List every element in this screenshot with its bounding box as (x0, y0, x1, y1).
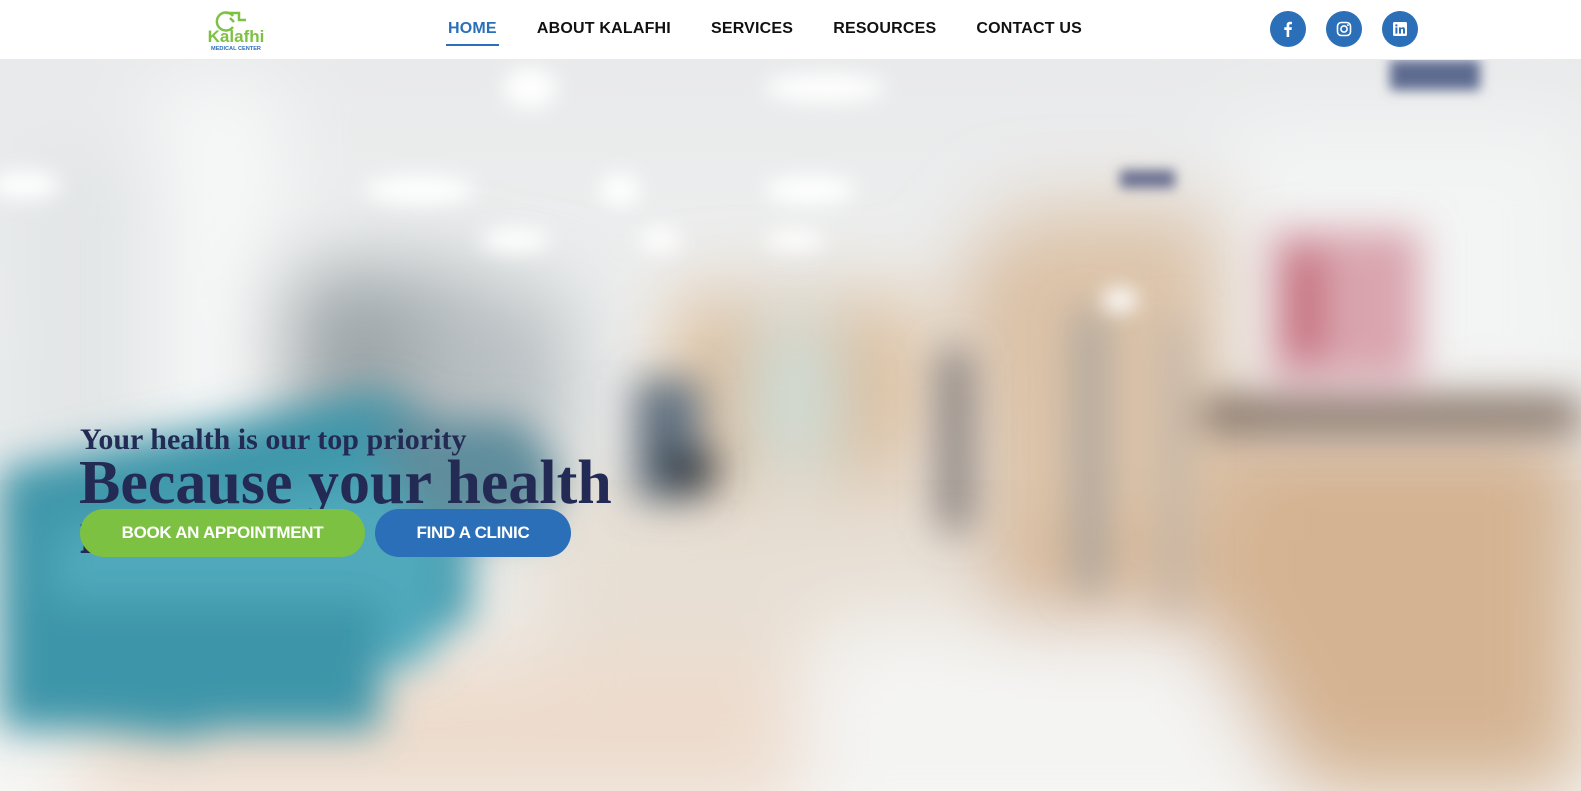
logo-name: Kalafhi (208, 27, 265, 46)
instagram-icon (1336, 21, 1352, 37)
find-clinic-button[interactable]: FIND A CLINIC (375, 509, 571, 557)
linkedin-link[interactable] (1382, 11, 1418, 47)
logo-mark: Kalafhi MEDICAL CENTER (208, 11, 265, 52)
nav-about[interactable]: ABOUT KALAFHI (535, 0, 673, 60)
nav-contact-us[interactable]: CONTACT US (974, 0, 1084, 60)
kalafhi-logo[interactable]: Kalafhi MEDICAL CENTER (205, 7, 267, 53)
hero-section: Your health is our top priority Because … (0, 60, 1581, 791)
nav-services[interactable]: SERVICES (709, 0, 795, 60)
facebook-icon (1284, 21, 1292, 37)
facebook-link[interactable] (1270, 11, 1306, 47)
nav-home[interactable]: HOME (446, 0, 499, 60)
site-header: Kalafhi MEDICAL CENTER HOME ABOUT KALAFH… (0, 0, 1581, 60)
logo-subtitle: MEDICAL CENTER (211, 46, 261, 52)
main-nav: HOME ABOUT KALAFHI SERVICES RESOURCES CO… (446, 0, 1084, 60)
linkedin-icon (1393, 22, 1407, 36)
social-links (1270, 11, 1418, 47)
nav-resources[interactable]: RESOURCES (831, 0, 938, 60)
instagram-link[interactable] (1326, 11, 1362, 47)
book-appointment-button[interactable]: BOOK AN APPOINTMENT (80, 509, 365, 557)
